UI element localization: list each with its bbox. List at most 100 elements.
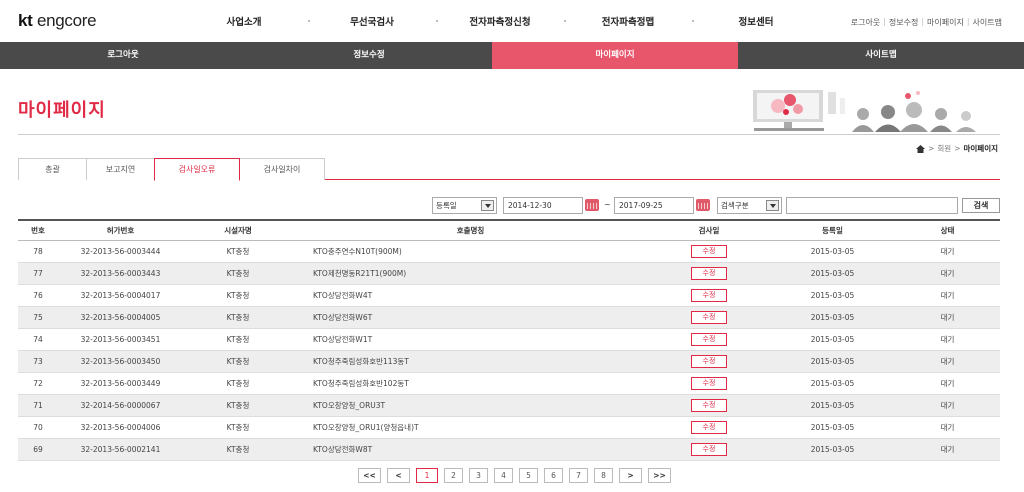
breadcrumb-member[interactable]: 회원 xyxy=(937,143,951,154)
search-type-select[interactable]: 검색구분 xyxy=(717,197,782,214)
page-6[interactable]: 6 xyxy=(544,468,563,483)
next-page-button[interactable]: > xyxy=(619,468,642,483)
cell-reg-date: 2015-03-05 xyxy=(770,438,895,461)
cell-reg-date: 2015-03-05 xyxy=(770,394,895,417)
cell-reg-date: 2015-03-05 xyxy=(770,240,895,263)
cell-status: 대기 xyxy=(895,416,1000,439)
cell-reg-date: 2015-03-05 xyxy=(770,372,895,395)
tab-summary[interactable]: 총괄 xyxy=(18,158,87,180)
cell-call-sign: KTO상당전화W4T xyxy=(293,284,648,307)
search-button[interactable]: 검색 xyxy=(962,198,1000,213)
subnav-mypage[interactable]: 마이페이지 xyxy=(492,42,738,69)
edit-button[interactable]: 수정 xyxy=(691,442,727,456)
gnb-item-radio-inspection[interactable]: 무선국검사 xyxy=(308,0,438,42)
mypage-illustration xyxy=(753,90,976,132)
subnav-sitemap[interactable]: 사이트맵 xyxy=(738,42,1024,69)
cell-facility: KT충청 xyxy=(183,240,293,263)
page-8[interactable]: 8 xyxy=(594,468,613,483)
breadcrumb-separator: > xyxy=(928,144,935,153)
logo-text: engcore xyxy=(36,11,97,30)
page-3[interactable]: 3 xyxy=(469,468,488,483)
cell-call-sign: KTO오창양청_ORU3T xyxy=(293,394,648,417)
cell-reg-date: 2015-03-05 xyxy=(770,350,895,373)
cell-call-sign: KTO상당전화W6T xyxy=(293,306,648,329)
cell-status: 대기 xyxy=(895,372,1000,395)
cell-reg-date: 2015-03-05 xyxy=(770,328,895,351)
gnb-item-about[interactable]: 사업소개 xyxy=(180,0,310,42)
cell-facility: KT충청 xyxy=(183,306,293,329)
cell-status: 대기 xyxy=(895,240,1000,263)
start-date-input[interactable]: 2014-12-30 xyxy=(503,197,583,214)
subnav-logout[interactable]: 로그아웃 xyxy=(0,42,246,69)
breadcrumb: > 회원 > 마이페이지 xyxy=(916,143,998,154)
calendar-icon[interactable] xyxy=(585,199,599,211)
subnav-edit-info[interactable]: 정보수정 xyxy=(246,42,492,69)
divider: | xyxy=(921,17,925,26)
util-logout[interactable]: 로그아웃 xyxy=(851,17,880,28)
table-row: 76 32-2013-56-0004017 KT충청 KTO상당전화W4T 수정 2015… xyxy=(18,284,1000,307)
cell-call-sign: KTO청주죽림성화호반102동T xyxy=(293,372,648,395)
first-page-button[interactable]: << xyxy=(358,468,381,483)
cell-call-sign: KTO상당전화W8T xyxy=(293,438,648,461)
table-row: 74 32-2013-56-0003451 KT충청 KTO상당전화W1T 수정 2015… xyxy=(18,328,1000,351)
gnb-item-emf-map[interactable]: 전자파측정맵 xyxy=(564,0,694,42)
cell-permit-no: 32-2013-56-0004005 xyxy=(58,306,183,329)
cell-permit-no: 32-2013-56-0003444 xyxy=(58,240,183,263)
utility-links: 로그아웃 | 정보수정 | 마이페이지 | 사이트맵 xyxy=(851,17,1002,28)
cell-no: 69 xyxy=(18,438,58,461)
page-7[interactable]: 7 xyxy=(569,468,588,483)
cell-no: 73 xyxy=(18,350,58,373)
last-page-button[interactable]: >> xyxy=(648,468,671,483)
util-edit-info[interactable]: 정보수정 xyxy=(889,17,918,28)
gnb-item-emf-request[interactable]: 전자파측정신청 xyxy=(436,0,566,42)
cell-no: 76 xyxy=(18,284,58,307)
edit-button[interactable]: 수정 xyxy=(691,354,727,368)
cell-call-sign: KTO제천명동R21T1(900M) xyxy=(293,262,648,285)
cell-permit-no: 32-2014-56-0000067 xyxy=(58,394,183,417)
page-2[interactable]: 2 xyxy=(444,468,463,483)
cell-facility: KT충청 xyxy=(183,350,293,373)
cell-no: 72 xyxy=(18,372,58,395)
edit-button[interactable]: 수정 xyxy=(691,376,727,390)
inspection-error-table: 번호 허가번호 시설자명 호출명칭 검사일 등록일 상태 78 32-2013-5… xyxy=(18,219,1000,461)
cell-no: 70 xyxy=(18,416,58,439)
cell-inspection-date: 수정 xyxy=(648,306,770,329)
util-mypage[interactable]: 마이페이지 xyxy=(927,17,964,28)
cell-no: 75 xyxy=(18,306,58,329)
cell-reg-date: 2015-03-05 xyxy=(770,306,895,329)
search-input[interactable] xyxy=(786,197,958,214)
home-icon[interactable] xyxy=(916,144,926,153)
edit-button[interactable]: 수정 xyxy=(691,266,727,280)
cell-permit-no: 32-2013-56-0003450 xyxy=(58,350,183,373)
prev-page-button[interactable]: < xyxy=(387,468,410,483)
edit-button[interactable]: 수정 xyxy=(691,398,727,412)
cell-facility: KT충청 xyxy=(183,284,293,307)
tab-inspection-date-error[interactable]: 검사일오류 xyxy=(154,158,240,181)
table-row: 78 32-2013-56-0003444 KT충청 KTO충주연수N10T(900M… xyxy=(18,240,1000,263)
table-row: 72 32-2013-56-0003449 KT충청 KTO청주죽림성화호반102동T… xyxy=(18,372,1000,395)
page-5[interactable]: 5 xyxy=(519,468,538,483)
col-header-inspection-date: 검사일 xyxy=(698,225,720,235)
edit-button[interactable]: 수정 xyxy=(691,420,727,434)
cell-facility: KT충청 xyxy=(183,328,293,351)
date-type-select[interactable]: 등록일 xyxy=(432,197,497,214)
end-date-input[interactable]: 2017-09-25 xyxy=(614,197,694,214)
cell-permit-no: 32-2013-56-0003449 xyxy=(58,372,183,395)
tab-inspection-date-diff[interactable]: 검사일차이 xyxy=(239,158,325,180)
cell-facility: KT충청 xyxy=(183,416,293,439)
util-sitemap[interactable]: 사이트맵 xyxy=(973,17,1002,28)
cell-inspection-date: 수정 xyxy=(648,394,770,417)
divider: | xyxy=(883,17,886,26)
edit-button[interactable]: 수정 xyxy=(691,288,727,302)
kt-engcore-logo[interactable]: kt engcore xyxy=(18,11,97,31)
page-1[interactable]: 1 xyxy=(416,468,438,483)
gnb-item-info-center[interactable]: 정보센터 xyxy=(692,0,820,42)
edit-button[interactable]: 수정 xyxy=(691,244,727,258)
cell-no: 71 xyxy=(18,394,58,417)
cell-reg-date: 2015-03-05 xyxy=(770,416,895,439)
page-4[interactable]: 4 xyxy=(494,468,513,483)
tab-report-delay[interactable]: 보고지연 xyxy=(86,158,155,180)
calendar-icon[interactable] xyxy=(696,199,710,211)
edit-button[interactable]: 수정 xyxy=(691,332,727,346)
edit-button[interactable]: 수정 xyxy=(691,310,727,324)
